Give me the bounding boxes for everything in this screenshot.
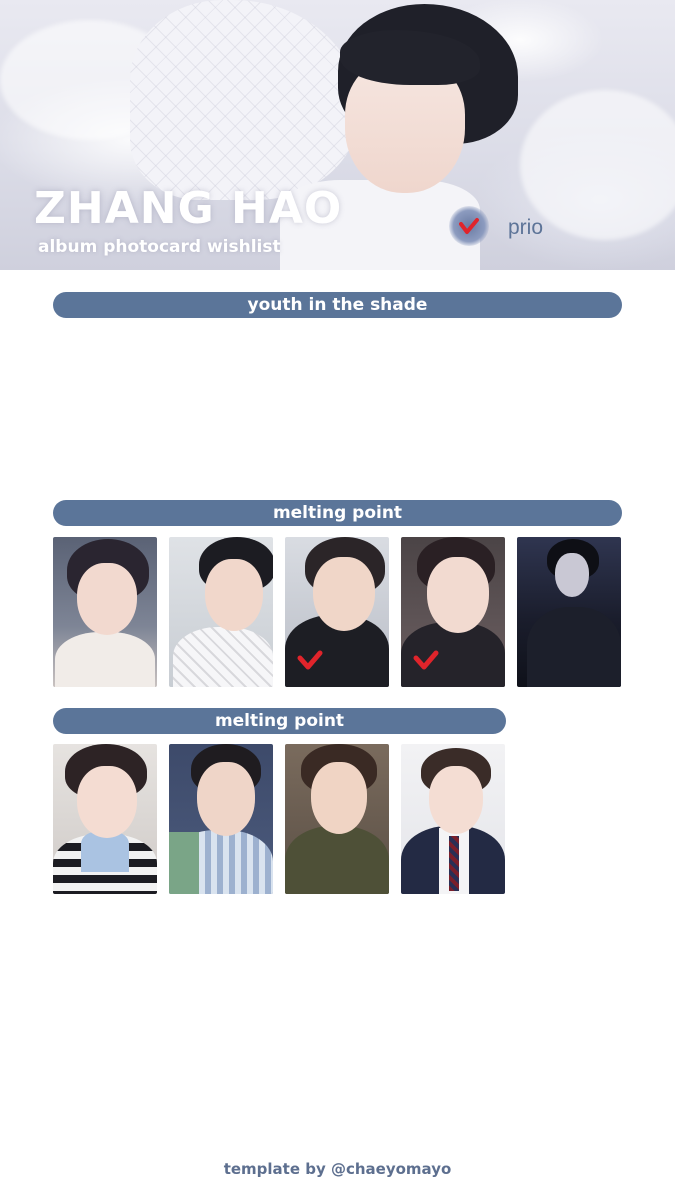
check-icon	[459, 217, 479, 235]
prio-legend-badge	[449, 206, 489, 246]
photocard[interactable]	[401, 744, 505, 894]
page-subtitle: album photocard wishlist	[38, 237, 281, 257]
photocard[interactable]	[285, 744, 389, 894]
photocard[interactable]	[285, 537, 389, 687]
photocard[interactable]	[169, 744, 273, 894]
header-banner: ZHANG HAO album photocard wishlist prio	[0, 0, 675, 270]
page-title: ZHANG HAO	[34, 183, 343, 234]
photocard[interactable]	[517, 537, 621, 687]
photocard[interactable]	[53, 744, 157, 894]
template-credit: template by @chaeyomayo	[223, 1160, 452, 1178]
photocard[interactable]	[169, 537, 273, 687]
photocard[interactable]	[53, 537, 157, 687]
section-title-melting-point: melting point	[53, 708, 506, 734]
banner-sleeve	[130, 0, 360, 200]
check-icon	[297, 649, 323, 675]
section-title-melting-point: melting point	[53, 500, 622, 526]
section-title-youth-in-the-shade: youth in the shade	[53, 292, 622, 318]
banner-background-fold	[520, 90, 675, 240]
photocard[interactable]	[401, 537, 505, 687]
prio-legend-label: prio	[508, 216, 544, 239]
check-icon	[413, 649, 439, 675]
